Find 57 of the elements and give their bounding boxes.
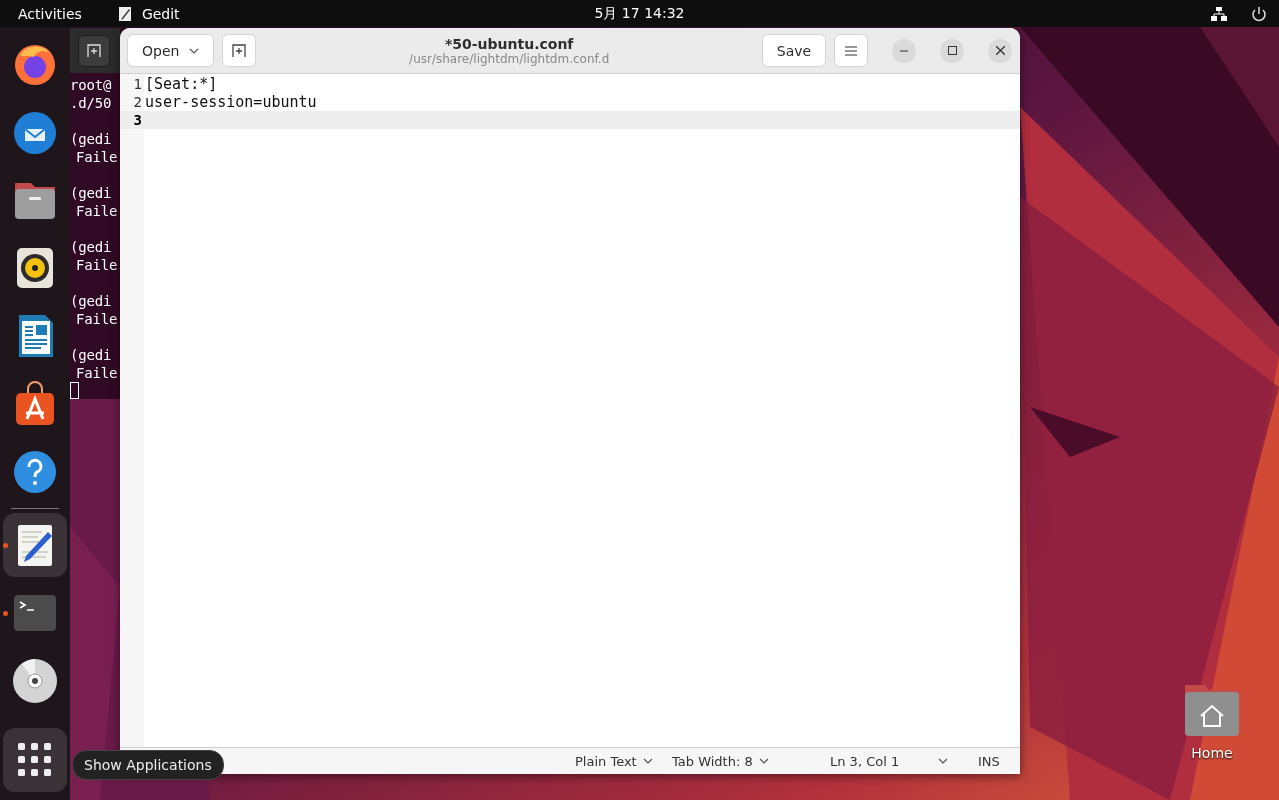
tooltip: Show Applications [72, 750, 224, 780]
terminal-line: root@ [70, 76, 113, 94]
terminal-line: .d/50 [70, 94, 113, 112]
terminal-line: Faile [75, 202, 119, 220]
save-button[interactable]: Save [762, 34, 826, 67]
disc-icon[interactable] [12, 658, 58, 704]
terminal-line: Faile [75, 256, 119, 274]
text-editor[interactable]: 1 [Seat:*] 2 user-session=ubuntu 3 [120, 74, 1020, 747]
minimize-button[interactable] [892, 38, 916, 63]
home-folder-icon[interactable] [1183, 683, 1241, 737]
terminal-cursor [70, 382, 79, 399]
minimize-icon [900, 49, 908, 52]
cursor-position[interactable]: Ln 3, Col 1 [830, 753, 900, 769]
caret-icon [642, 758, 653, 764]
power-icon[interactable] [1251, 5, 1267, 22]
window-subtitle: /usr/share/lightdm/lightdm.conf.d [409, 51, 610, 66]
menu-button[interactable] [834, 34, 868, 67]
help-icon[interactable] [12, 449, 58, 495]
new-tab-icon [232, 43, 247, 58]
home-label: Home [1191, 745, 1233, 761]
terminal-line: Faile [75, 364, 119, 382]
thunderbird-icon[interactable] [12, 109, 58, 155]
terminal-line: (gedi [70, 130, 113, 148]
close-icon [995, 46, 1005, 55]
window-title: *50-ubuntu.conf [444, 35, 574, 52]
new-tab-icon [87, 43, 101, 58]
code-line: [Seat:*] [145, 75, 218, 93]
show-applications-button[interactable] [3, 728, 67, 792]
language-selector[interactable]: Plain Text [575, 753, 637, 769]
app-menu[interactable]: Gedit [141, 5, 180, 22]
terminal-line: (gedi [70, 238, 113, 256]
menu-icon [845, 45, 857, 56]
terminal-line: Faile [75, 310, 119, 328]
terminal-line: Faile [75, 148, 119, 166]
terminal-line: (gedi [70, 292, 113, 310]
line-number: 1 [132, 76, 143, 92]
tab-width-selector[interactable]: Tab Width: 8 [672, 753, 753, 769]
terminal-line: (gedi [70, 346, 113, 364]
text-editor-icon [117, 5, 132, 22]
line-number: 2 [132, 94, 143, 110]
close-button[interactable] [988, 38, 1012, 63]
caret-icon [758, 758, 769, 764]
dock-item-highlight[interactable] [3, 513, 67, 577]
caret-icon [189, 47, 200, 54]
caret-icon [938, 758, 948, 764]
code-line: user-session=ubuntu [145, 93, 317, 111]
open-button[interactable]: Open [127, 34, 215, 67]
activities-button[interactable]: Activities [18, 5, 82, 22]
network-icon[interactable] [1211, 6, 1227, 21]
terminal-line: (gedi [70, 184, 113, 202]
clock[interactable]: 5月 17 14:32 [594, 4, 685, 21]
insert-mode: INS [978, 753, 1000, 769]
maximize-icon [947, 46, 957, 55]
new-tab-button[interactable] [78, 34, 110, 67]
line-number: 3 [132, 112, 143, 128]
maximize-button[interactable] [940, 38, 964, 63]
app-grid-icon [18, 743, 52, 777]
